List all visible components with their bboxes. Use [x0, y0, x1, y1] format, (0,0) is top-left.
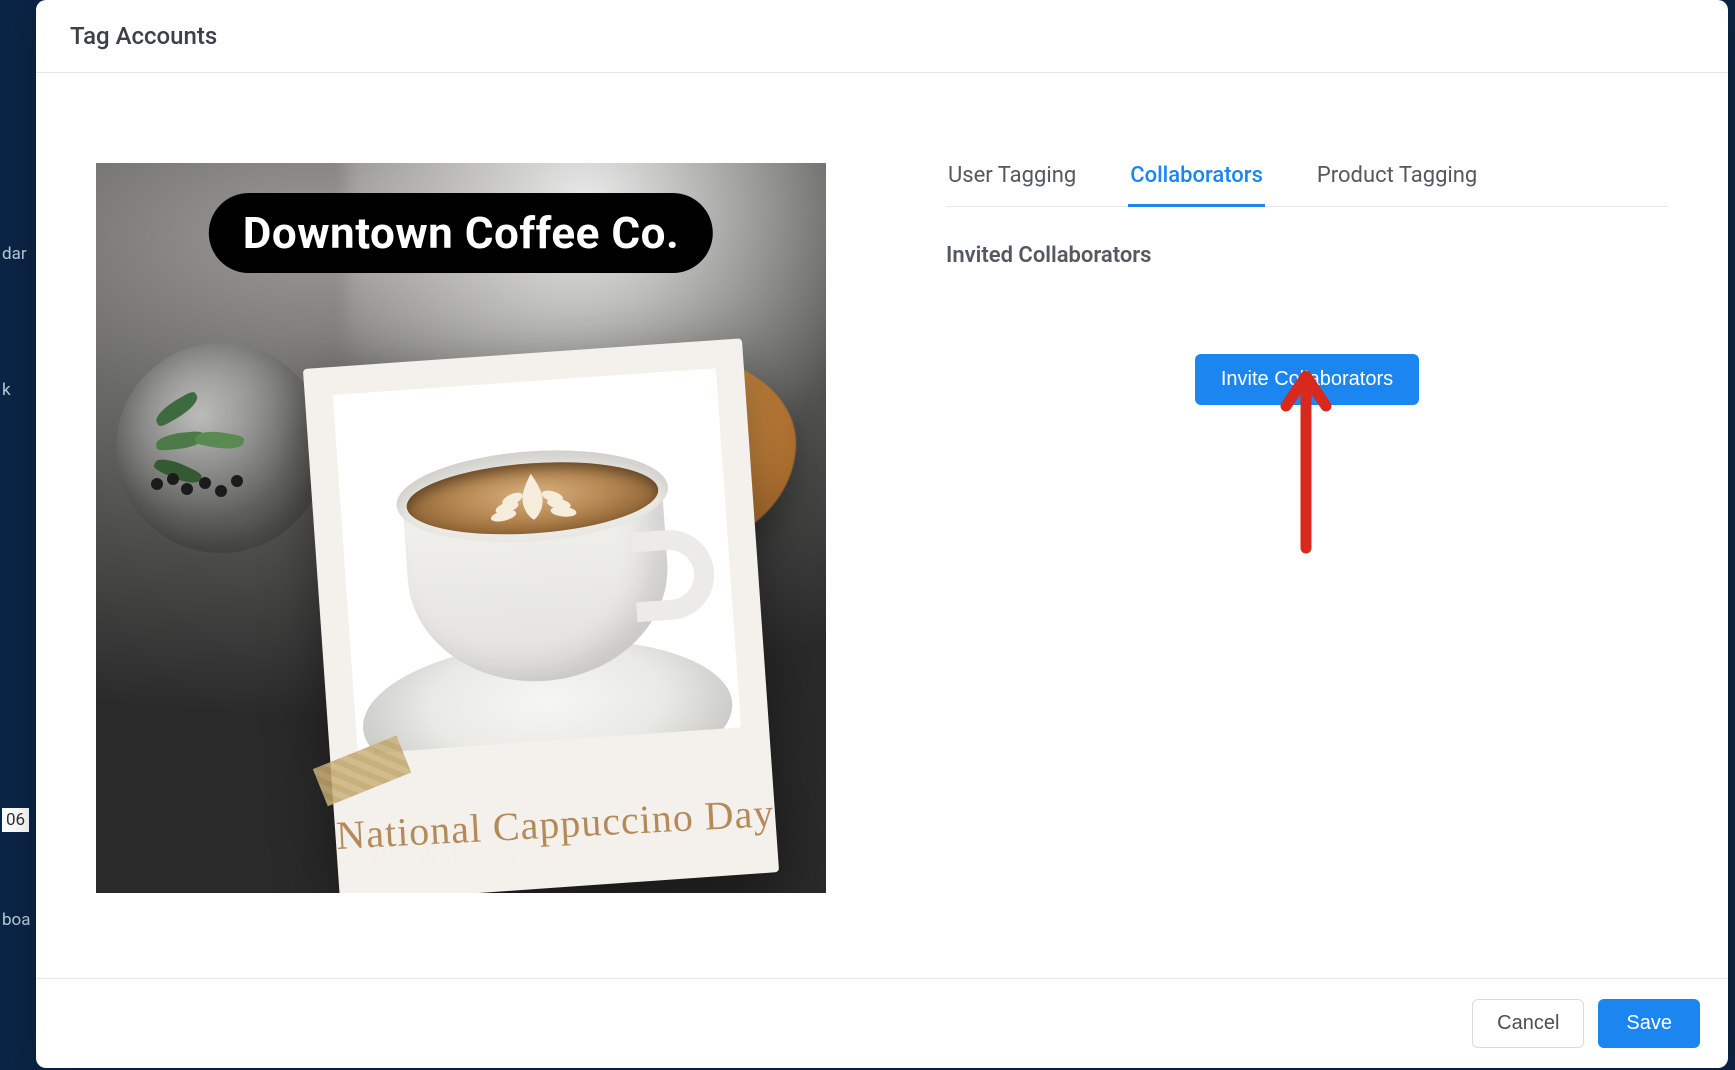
post-image-preview[interactable]: National Cappuccino Day Downtown Coffee …: [96, 163, 826, 893]
tab-collaborators[interactable]: Collaborators: [1128, 163, 1265, 207]
backdrop-text: k: [2, 380, 11, 400]
modal-title: Tag Accounts: [70, 22, 1694, 50]
tag-accounts-modal: Tag Accounts: [36, 0, 1728, 1068]
cancel-button[interactable]: Cancel: [1472, 999, 1584, 1048]
image-title-pill: Downtown Coffee Co.: [209, 193, 713, 273]
backdrop-text: dar: [2, 244, 27, 264]
backdrop-text: boa: [2, 910, 31, 930]
modal-footer: Cancel Save: [36, 978, 1728, 1068]
right-panel: User Tagging Collaborators Product Taggi…: [946, 163, 1668, 948]
modal-body: National Cappuccino Day Downtown Coffee …: [36, 73, 1728, 978]
latte-art-icon: [471, 466, 594, 526]
image-address: 101 Water Street: [96, 841, 826, 869]
modal-header: Tag Accounts: [36, 0, 1728, 73]
backdrop-text: 06: [2, 808, 29, 832]
tag-tabs: User Tagging Collaborators Product Taggi…: [946, 163, 1668, 207]
save-button[interactable]: Save: [1598, 999, 1700, 1048]
tab-user-tagging[interactable]: User Tagging: [946, 163, 1078, 207]
invited-collaborators-heading: Invited Collaborators: [946, 243, 1668, 268]
invite-collaborators-button[interactable]: Invite Collaborators: [1195, 354, 1419, 405]
tab-product-tagging[interactable]: Product Tagging: [1315, 163, 1479, 207]
